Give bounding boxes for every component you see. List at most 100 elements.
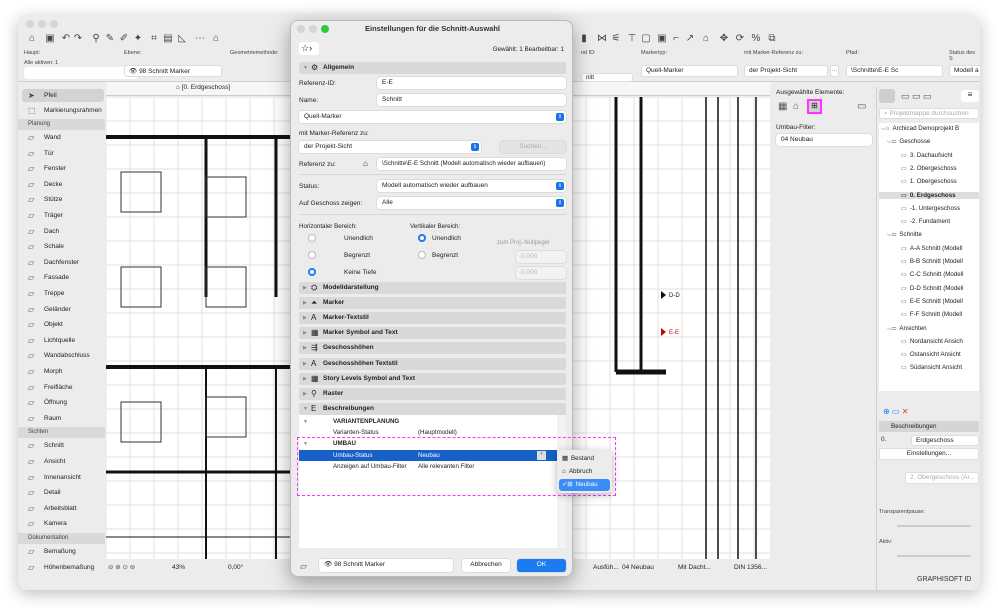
project-tree[interactable]: ⌵⌂ Archicad Demoprojekt B ⌵▭ Geschosse ▭ 3. D… bbox=[879, 123, 979, 391]
popup-option-bestand[interactable]: ▦ Bestand bbox=[559, 453, 610, 465]
row1-value[interactable]: (Hauptmodell) bbox=[418, 429, 457, 436]
rotate-icon[interactable]: ⟳ bbox=[734, 33, 746, 45]
tool-item[interactable]: ▱ Dach bbox=[22, 225, 104, 238]
percent-icon[interactable]: % bbox=[750, 33, 762, 45]
cancel-button[interactable]: Abbrechen bbox=[462, 559, 510, 572]
tool-item[interactable]: ▱ Schale bbox=[22, 240, 104, 253]
tool-markierungsrahmen[interactable]: ⬚ Markierungsrahmen bbox=[22, 104, 104, 117]
tool-item[interactable]: ▱ Arbeitsblatt bbox=[22, 502, 104, 515]
geschoss-select[interactable]: Alle ⇕ bbox=[377, 197, 566, 209]
name-field[interactable]: Schnitt bbox=[377, 94, 566, 106]
beschreibungen-header[interactable]: Beschreibungen bbox=[879, 421, 979, 432]
project-map-tab[interactable] bbox=[879, 89, 895, 103]
markertyp-select[interactable]: Quell-Marker bbox=[641, 65, 738, 77]
tree-item[interactable]: ▭ E-E Schnitt (Modell bbox=[901, 298, 963, 305]
tree-item[interactable]: ▭ -2. Fundament bbox=[901, 218, 950, 225]
new-construction-icon[interactable]: ⊞ bbox=[807, 99, 822, 114]
layout-icon[interactable]: ▤ bbox=[162, 33, 174, 45]
marker-type-select[interactable]: Quell-Marker ⇕ bbox=[299, 111, 566, 123]
tool-item[interactable]: ▱ Fassade bbox=[22, 271, 104, 284]
intersect-icon[interactable]: ⊤ bbox=[626, 33, 638, 45]
tool-item[interactable]: ▱ Treppe bbox=[22, 287, 104, 300]
tool-item[interactable]: ▱ Dachfenster bbox=[22, 256, 104, 269]
magic-wand-icon[interactable]: ✦ bbox=[132, 33, 144, 45]
radio-keine-tiefe[interactable]: Keine Tiefe bbox=[308, 268, 377, 276]
folder-icon[interactable]: ▭ bbox=[857, 101, 866, 112]
tree-item[interactable]: ▭ Ostansicht Ansicht bbox=[901, 351, 961, 358]
roof-icon[interactable]: ⌂ bbox=[210, 33, 222, 45]
existing-icon[interactable]: ▦ bbox=[778, 101, 787, 112]
radio-unendlich[interactable]: Unendlich bbox=[418, 234, 461, 242]
radio-begrenzt[interactable]: Begrenzt bbox=[308, 251, 370, 259]
navigator-search[interactable]: ⌕ Projektmappe durchsuchen bbox=[879, 108, 979, 119]
tool-item[interactable]: ▱ Detail bbox=[22, 486, 104, 499]
offset-icon[interactable]: ▢ bbox=[640, 33, 652, 45]
transparency-slider[interactable] bbox=[897, 525, 971, 527]
angle-icon[interactable]: ◺ bbox=[176, 33, 188, 45]
trace-reference-select[interactable]: 2. Obergeschoss (Ar... bbox=[905, 472, 979, 484]
radio-button[interactable] bbox=[418, 234, 426, 242]
settings-button[interactable]: Einstellungen... bbox=[879, 448, 979, 460]
status-item1[interactable]: Ausfüh... bbox=[593, 564, 619, 571]
umbau-filter-select[interactable]: 04 Neubau bbox=[776, 134, 872, 146]
radio-button[interactable] bbox=[308, 251, 316, 259]
panel-header[interactable]: ▶ ▦ Story Levels Symbol and Text bbox=[299, 372, 566, 385]
undo-icon[interactable]: ↶ bbox=[60, 33, 72, 45]
popup-option-neubau[interactable]: ✓⊞ Neubau bbox=[559, 479, 610, 491]
tree-item[interactable]: ▭ 1. Obergeschoss bbox=[901, 178, 957, 185]
home-icon[interactable]: ⌂ bbox=[26, 33, 38, 45]
section-marker[interactable] bbox=[661, 328, 666, 336]
id-field[interactable]: nitt bbox=[581, 73, 633, 82]
tree-item[interactable]: ⌵▭ Schnitte bbox=[887, 231, 922, 239]
tool-item[interactable]: ▱ Innenansicht bbox=[22, 471, 104, 484]
layer-select[interactable]: 👁 98 Schnitt Marker bbox=[319, 559, 453, 572]
allgemein-header[interactable]: ▼ ⚙ Allgemein bbox=[299, 62, 566, 74]
split-icon[interactable]: ▣ bbox=[656, 33, 668, 45]
panel-header[interactable]: ▶ ⚲ Raster bbox=[299, 387, 566, 400]
tree-item[interactable]: ▭ A-A Schnitt (Modell bbox=[901, 245, 962, 252]
wall-icon[interactable]: ▮ bbox=[578, 33, 590, 45]
tree-item[interactable]: ▭ Südansicht Ansicht bbox=[901, 364, 962, 371]
nullpegel-label[interactable]: zum Proj.-Nullpegel bbox=[497, 240, 549, 246]
bottom-value-field[interactable]: 0,000 bbox=[516, 267, 566, 279]
elevate-icon[interactable]: ⌂ bbox=[700, 33, 712, 45]
dimension-standard[interactable]: DIN 1356... bbox=[734, 564, 767, 571]
tree-item[interactable]: ▭ D-D Schnitt (Modell bbox=[901, 285, 964, 292]
tool-pfeil[interactable]: ➤ Pfeil bbox=[22, 89, 104, 102]
toolbox-section-header[interactable]: Dokumentation bbox=[18, 533, 105, 544]
status-select[interactable]: Modell automatisch wieder aufbauen ⇕ bbox=[377, 180, 566, 192]
trim-icon[interactable]: ⋈ bbox=[596, 33, 608, 45]
more-button[interactable]: ... bbox=[830, 65, 839, 77]
favorites-star-icon[interactable]: ☆› bbox=[299, 42, 319, 55]
delete-icon[interactable]: ✕ bbox=[902, 407, 909, 416]
panel-header[interactable]: ▶ ⛭ Modelldarstellung bbox=[299, 282, 566, 294]
radio-button[interactable] bbox=[418, 251, 426, 259]
marker-ref-select[interactable]: der Projekt-Sicht bbox=[744, 65, 828, 77]
tool-item[interactable]: ▱ Stütze bbox=[22, 193, 104, 206]
eyedropper-icon[interactable]: ✎ bbox=[104, 33, 116, 45]
tree-item[interactable]: ⌵▭ Ansichten bbox=[887, 325, 927, 333]
stretch-icon[interactable]: ↗ bbox=[684, 33, 696, 45]
tool-item[interactable]: ▱ Wand bbox=[22, 131, 104, 144]
panel-header[interactable]: ▶ ▦ Marker Symbol and Text bbox=[299, 327, 566, 340]
window-controls[interactable] bbox=[26, 20, 62, 30]
panel-header[interactable]: ▶ A Geschosshöhen Textstil bbox=[299, 357, 566, 370]
zoom-icons[interactable]: ⊖ ⊕ ⊙ ⊚ bbox=[108, 563, 135, 571]
graphisoft-id[interactable]: GRAPHISOFT ID bbox=[917, 576, 971, 583]
tree-item[interactable]: ▭ 2. Obergeschoss bbox=[901, 165, 957, 172]
tree-item[interactable]: ▭ B-B Schnitt (Modell bbox=[901, 258, 963, 265]
syringe-icon[interactable]: ✐ bbox=[118, 33, 130, 45]
tool-item[interactable]: ▱ Ansicht bbox=[22, 455, 104, 468]
tool-item[interactable]: ▱ Morph bbox=[22, 365, 104, 378]
tool-item[interactable]: ▱ Geländer bbox=[22, 303, 104, 316]
toolbox-section-header[interactable]: Sichten bbox=[18, 427, 105, 439]
view-map-tabs[interactable]: ▭ ▭ ▭ bbox=[901, 91, 932, 102]
active-slider[interactable] bbox=[897, 555, 971, 557]
angle-value[interactable]: 0,00° bbox=[228, 564, 243, 571]
menu-icon[interactable]: ≡ bbox=[961, 90, 979, 102]
pfad-field[interactable]: \Schnitte\E-E Sc bbox=[846, 65, 943, 77]
tree-item[interactable]: ▭ -1. Untergeschoss bbox=[901, 205, 960, 212]
find-select-icon[interactable]: ⚲ bbox=[90, 33, 102, 45]
tree-item[interactable]: ⌵▭ Geschosse bbox=[887, 138, 930, 146]
ref-id-field[interactable]: E-E bbox=[377, 77, 566, 89]
